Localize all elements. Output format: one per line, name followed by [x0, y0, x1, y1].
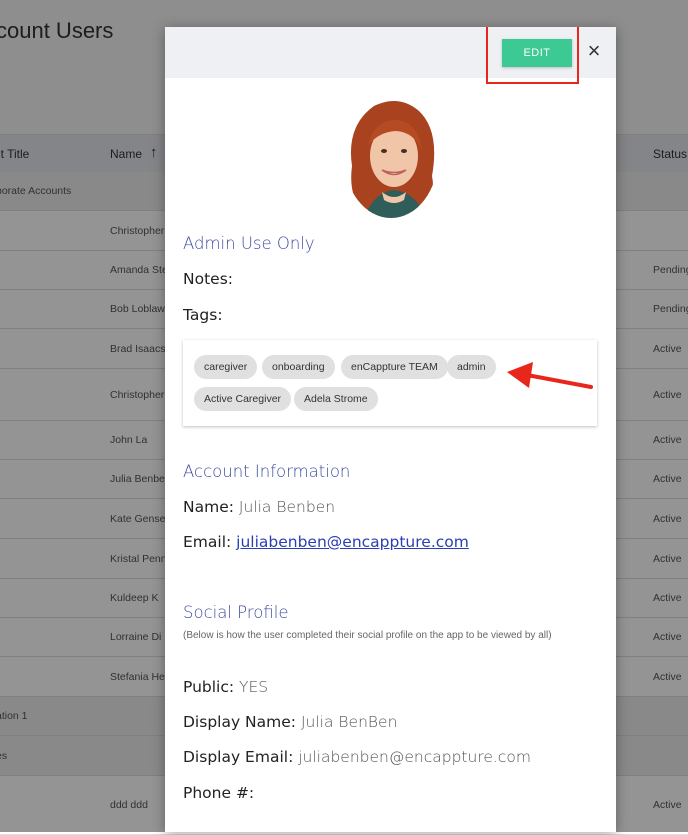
display-email-label: Display Email:: [183, 748, 299, 766]
edit-highlight-box: [486, 27, 579, 84]
name-row: Name: Julia Benben: [183, 498, 335, 516]
public-row: Public: YES: [183, 678, 268, 696]
public-value: YES: [239, 678, 269, 696]
user-profile-modal: EDIT × Admin Use Only Notes: Tags: careg…: [165, 27, 616, 832]
tag-chip[interactable]: enCappture TEAM: [341, 355, 448, 379]
annotation-arrow-icon: [507, 362, 593, 389]
display-email-value: juliabenben@encappture.com: [298, 748, 531, 766]
social-section-title: Social Profile: [183, 603, 289, 622]
tag-chip[interactable]: admin: [447, 355, 496, 379]
public-label: Public:: [183, 678, 240, 696]
social-profile-note: (Below is how the user completed their s…: [183, 630, 552, 641]
tags-label: Tags:: [183, 306, 223, 324]
tag-chip[interactable]: Adela Strome: [294, 387, 378, 411]
notes-label: Notes:: [183, 270, 233, 288]
close-icon[interactable]: ×: [583, 40, 605, 62]
display-email-row: Display Email: juliabenben@encappture.co…: [183, 748, 531, 766]
tag-chip[interactable]: Active Caregiver: [194, 387, 292, 411]
email-label: Email:: [183, 533, 237, 551]
name-label: Name:: [183, 498, 239, 516]
display-name-label: Display Name:: [183, 713, 301, 731]
email-link[interactable]: juliabenben@encappture.com: [236, 533, 469, 551]
display-name-row: Display Name: Julia BenBen: [183, 713, 397, 731]
email-row: Email: juliabenben@encappture.com: [183, 533, 469, 551]
display-name-value: Julia BenBen: [300, 713, 398, 731]
account-section-title: Account Information: [183, 462, 351, 481]
tag-chip[interactable]: caregiver: [194, 355, 258, 379]
name-value: Julia Benben: [238, 498, 336, 516]
avatar: [344, 96, 438, 218]
admin-section-title: Admin Use Only: [183, 234, 315, 253]
tag-chip[interactable]: onboarding: [262, 355, 335, 379]
phone-label: Phone #:: [183, 784, 255, 802]
